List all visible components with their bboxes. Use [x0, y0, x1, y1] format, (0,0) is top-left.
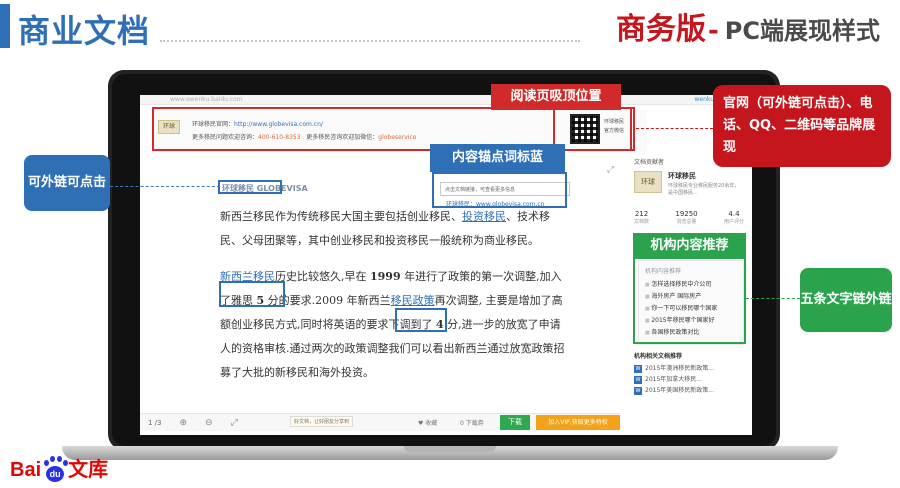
fullscreen-icon[interactable]: ⤢	[607, 165, 614, 175]
favorite-label: 收藏	[425, 420, 438, 427]
connector-right	[636, 128, 713, 129]
stat-rating: 4.4 用户评分	[724, 210, 744, 225]
zoom-out-icon[interactable]: ⊖	[205, 418, 213, 428]
slide-header: 商业文档 商务版 - PC端展现样式	[0, 0, 900, 55]
anchor-investment-immigration[interactable]: 投资移民	[462, 210, 506, 223]
related-doc-title[interactable]: 2015年美国移民新政策...	[645, 387, 714, 394]
baidu-wenku-logo: Bai du 文库	[10, 452, 108, 482]
logo-bai: Bai	[10, 459, 42, 481]
slide-subtitle: 商务版 - PC端展现样式	[616, 4, 880, 47]
related-doc-item[interactable]: W 2015年澳洲移民新政策...	[634, 363, 714, 374]
slide-title: 商业文档	[18, 12, 151, 50]
page-indicator[interactable]: 1 /3	[148, 419, 162, 427]
stat-docs-value: 212	[634, 210, 649, 218]
subtitle-dash: -	[708, 16, 719, 46]
related-docs-list: W 2015年澳洲移民新政策... W 2015年加拿大移民... W 2015年美国…	[634, 363, 714, 396]
favorite-button[interactable]: ♥ 收藏	[418, 418, 437, 427]
paw-icon: du	[42, 456, 69, 482]
contributor-stats: 212 文档数 19250 浏览总量 4.4 用户评分	[634, 210, 744, 225]
logo-wenku: 文库	[68, 459, 109, 481]
related-docs-title: 机构相关文档推荐	[634, 353, 683, 360]
zoom-in-icon[interactable]: ⊕	[180, 418, 188, 428]
reader-toolbar: 1 /3 ⊕ ⊖ ⤢ 好文档，让好朋友分享到 ♥ 收藏 0 下载券 下载 加入V…	[140, 413, 620, 431]
qr-highlight	[553, 107, 635, 151]
stat-rating-label: 用户评分	[723, 219, 744, 225]
connector-green	[746, 298, 800, 299]
subtitle-sub: PC端展现样式	[724, 17, 880, 45]
callout-brand-display: 官网（可外链可点击）、电话、QQ、二维码等品牌展现	[713, 85, 891, 167]
contributor-name[interactable]: 环球移民	[668, 171, 696, 181]
contributor-desc: 环球移民专业移民服务20余年，是中国移民...	[668, 183, 740, 196]
site-logo[interactable]: wenku	[695, 96, 715, 103]
paragraph-1: 新西兰移民作为传统移民大国主要包括创业移民、投资移民、技术移民、父母团聚等，其中…	[220, 205, 570, 253]
related-doc-title[interactable]: 2015年加拿大移民...	[645, 376, 702, 383]
contributor-logo[interactable]: 环球	[634, 171, 662, 193]
word-doc-icon: W	[634, 376, 642, 384]
stat-docs: 212 文档数	[634, 210, 649, 225]
related-doc-item[interactable]: W 2015年美国移民新政策...	[634, 385, 714, 396]
browser-topbar: www.ewenku.baidu.com wenku	[140, 95, 752, 105]
address-bar[interactable]: www.ewenku.baidu.com	[170, 96, 243, 103]
logo-du: du	[46, 466, 65, 482]
callout-org-recommend: 机构内容推荐	[633, 233, 746, 259]
word-doc-icon: W	[634, 365, 642, 373]
fullscreen-toggle-icon[interactable]: ⤢	[231, 418, 238, 428]
title-accent-bar	[0, 4, 10, 48]
share-hint[interactable]: 好文档，让好朋友分享到	[290, 416, 354, 427]
callout-five-links: 五条文字链外链	[800, 268, 892, 332]
download-button[interactable]: 下载	[500, 415, 530, 430]
stat-docs-label: 文档数	[634, 219, 650, 225]
anchor-highlight-2	[395, 308, 447, 332]
contributor-header: 文档贡献者	[634, 159, 665, 166]
p1-text-a: 新西兰移民作为传统移民大国主要包括创业移民、	[220, 210, 462, 223]
tooltip-highlight	[432, 172, 567, 208]
connector-left	[110, 186, 220, 187]
recommend-highlight	[633, 256, 746, 344]
header-divider	[160, 40, 580, 42]
p2-text-a: 历史比较悠久,早在	[275, 270, 370, 283]
laptop-notch	[404, 446, 496, 452]
word-doc-icon: W	[634, 387, 642, 395]
subtitle-main: 商务版	[616, 12, 706, 47]
p2-year: 1999	[370, 270, 401, 283]
stat-views-label: 浏览总量	[676, 219, 697, 225]
watermark-link-highlight	[218, 180, 282, 194]
download-coupon-info: 0 下载券	[460, 420, 484, 427]
callout-sticky-position: 阅读页吸顶位置	[491, 84, 621, 110]
anchor-immigration-policy[interactable]: 移民政策	[391, 294, 435, 307]
anchor-highlight-1	[219, 281, 285, 307]
stat-rating-value: 4.4	[728, 210, 740, 218]
stat-views: 19250 浏览总量	[675, 210, 697, 225]
vip-button[interactable]: 加入VIP,获取更多特权	[536, 415, 620, 430]
stat-views-value: 19250	[675, 210, 698, 218]
callout-anchor-blue: 内容锚点词标蓝	[430, 144, 565, 172]
related-doc-item[interactable]: W 2015年加拿大移民...	[634, 374, 714, 385]
callout-external-link: 可外链可点击	[24, 155, 110, 211]
related-doc-title[interactable]: 2015年澳洲移民新政策...	[645, 365, 714, 372]
